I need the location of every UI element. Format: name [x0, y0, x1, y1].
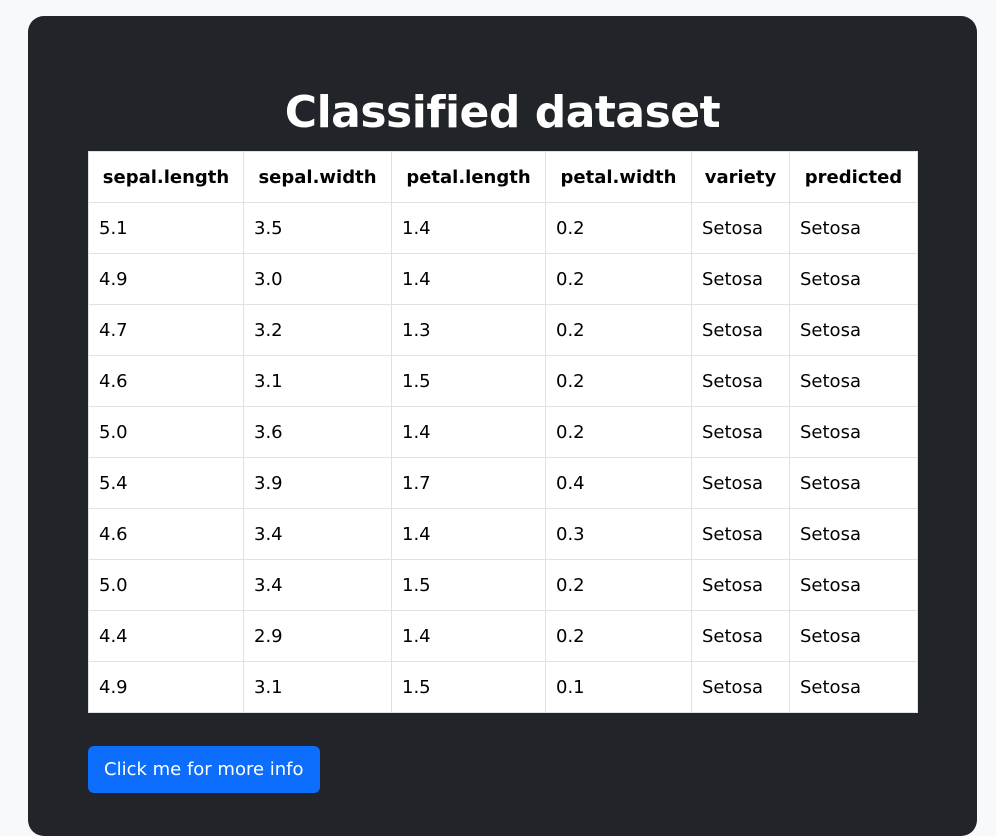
- cell-variety: Setosa: [691, 304, 790, 356]
- cell-predicted: Setosa: [789, 355, 918, 407]
- dataset-table: sepal.length sepal.width petal.length pe…: [88, 151, 918, 713]
- cell-sepal-length: 4.9: [88, 661, 244, 713]
- cell-predicted: Setosa: [789, 661, 918, 713]
- table-row: 4.9 3.1 1.5 0.1 Setosa Setosa: [88, 661, 918, 713]
- cell-petal-length: 1.5: [391, 559, 546, 611]
- cell-petal-length: 1.4: [391, 610, 546, 662]
- cell-petal-width: 0.2: [545, 406, 692, 458]
- cell-variety: Setosa: [691, 661, 790, 713]
- table-row: 4.9 3.0 1.4 0.2 Setosa Setosa: [88, 253, 918, 305]
- cell-sepal-length: 5.0: [88, 406, 244, 458]
- table-body: 5.1 3.5 1.4 0.2 Setosa Setosa 4.9 3.0 1.4 0.2 Seto…: [88, 202, 918, 713]
- cell-petal-width: 0.2: [545, 610, 692, 662]
- cell-sepal-length: 4.7: [88, 304, 244, 356]
- cell-sepal-width: 3.1: [243, 355, 392, 407]
- cell-predicted: Setosa: [789, 559, 918, 611]
- cell-predicted: Setosa: [789, 304, 918, 356]
- table-row: 5.0 3.6 1.4 0.2 Setosa Setosa: [88, 406, 918, 458]
- cell-sepal-length: 4.4: [88, 610, 244, 662]
- cell-predicted: Setosa: [789, 457, 918, 509]
- cell-sepal-width: 3.2: [243, 304, 392, 356]
- cell-sepal-width: 3.4: [243, 508, 392, 560]
- main-card: Classified dataset sepal.length sepal.wi…: [28, 16, 977, 836]
- cell-petal-width: 0.2: [545, 304, 692, 356]
- cell-sepal-width: 3.0: [243, 253, 392, 305]
- cell-predicted: Setosa: [789, 406, 918, 458]
- cell-sepal-width: 2.9: [243, 610, 392, 662]
- column-header-sepal-width: sepal.width: [243, 151, 392, 203]
- cell-predicted: Setosa: [789, 610, 918, 662]
- table-row: 5.1 3.5 1.4 0.2 Setosa Setosa: [88, 202, 918, 254]
- cell-variety: Setosa: [691, 253, 790, 305]
- cell-sepal-width: 3.6: [243, 406, 392, 458]
- more-info-button[interactable]: Click me for more info: [88, 746, 320, 793]
- table-row: 5.4 3.9 1.7 0.4 Setosa Setosa: [88, 457, 918, 509]
- cell-petal-length: 1.5: [391, 355, 546, 407]
- cell-sepal-length: 5.1: [88, 202, 244, 254]
- cell-variety: Setosa: [691, 457, 790, 509]
- cell-sepal-width: 3.5: [243, 202, 392, 254]
- cell-petal-length: 1.4: [391, 253, 546, 305]
- cell-variety: Setosa: [691, 202, 790, 254]
- cell-variety: Setosa: [691, 508, 790, 560]
- cell-sepal-width: 3.1: [243, 661, 392, 713]
- cell-petal-length: 1.5: [391, 661, 546, 713]
- cell-petal-width: 0.3: [545, 508, 692, 560]
- table-row: 5.0 3.4 1.5 0.2 Setosa Setosa: [88, 559, 918, 611]
- cell-petal-width: 0.1: [545, 661, 692, 713]
- cell-petal-length: 1.4: [391, 202, 546, 254]
- cell-variety: Setosa: [691, 355, 790, 407]
- cell-petal-length: 1.4: [391, 508, 546, 560]
- cell-sepal-length: 5.0: [88, 559, 244, 611]
- cell-petal-width: 0.2: [545, 355, 692, 407]
- table-header-row: sepal.length sepal.width petal.length pe…: [88, 151, 918, 203]
- cell-petal-width: 0.2: [545, 253, 692, 305]
- cell-predicted: Setosa: [789, 253, 918, 305]
- column-header-petal-width: petal.width: [545, 151, 692, 203]
- cell-variety: Setosa: [691, 406, 790, 458]
- table-row: 4.4 2.9 1.4 0.2 Setosa Setosa: [88, 610, 918, 662]
- table-row: 4.6 3.1 1.5 0.2 Setosa Setosa: [88, 355, 918, 407]
- cell-petal-width: 0.2: [545, 202, 692, 254]
- cell-sepal-length: 4.9: [88, 253, 244, 305]
- cell-sepal-width: 3.9: [243, 457, 392, 509]
- column-header-variety: variety: [691, 151, 790, 203]
- cell-variety: Setosa: [691, 559, 790, 611]
- page-title: Classified dataset: [284, 87, 721, 138]
- cell-petal-length: 1.4: [391, 406, 546, 458]
- cell-sepal-length: 4.6: [88, 355, 244, 407]
- table-row: 4.7 3.2 1.3 0.2 Setosa Setosa: [88, 304, 918, 356]
- cell-predicted: Setosa: [789, 508, 918, 560]
- cell-predicted: Setosa: [789, 202, 918, 254]
- cell-sepal-length: 4.6: [88, 508, 244, 560]
- cell-petal-width: 0.2: [545, 559, 692, 611]
- cell-petal-length: 1.7: [391, 457, 546, 509]
- cell-petal-length: 1.3: [391, 304, 546, 356]
- cell-petal-width: 0.4: [545, 457, 692, 509]
- cell-sepal-length: 5.4: [88, 457, 244, 509]
- table-row: 4.6 3.4 1.4 0.3 Setosa Setosa: [88, 508, 918, 560]
- cell-sepal-width: 3.4: [243, 559, 392, 611]
- column-header-predicted: predicted: [789, 151, 918, 203]
- cell-variety: Setosa: [691, 610, 790, 662]
- column-header-sepal-length: sepal.length: [88, 151, 244, 203]
- column-header-petal-length: petal.length: [391, 151, 546, 203]
